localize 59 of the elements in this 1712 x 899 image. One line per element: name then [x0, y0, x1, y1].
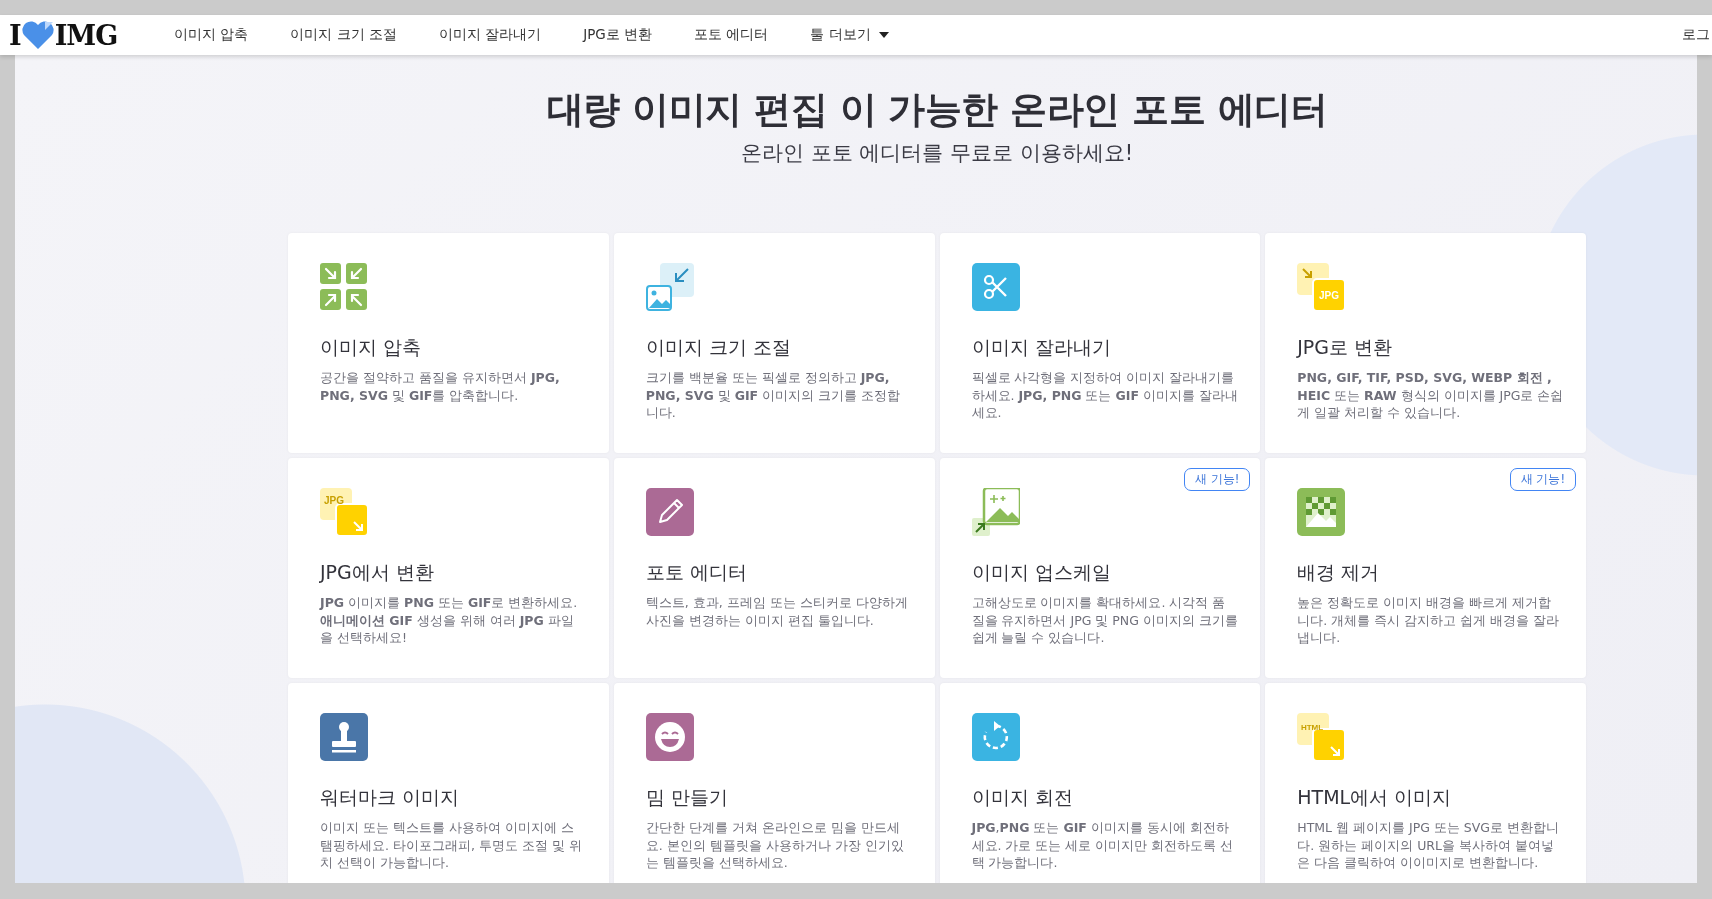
tool-description: 높은 정확도로 이미지 배경을 빠르게 제거합니다. 개체를 즉시 감지하고 쉽게 배경을 잘라냅니다. — [1297, 594, 1561, 647]
tool-title: 이미지 업스케일 — [971, 560, 1112, 585]
page-title: 대량 이미지 편집 이 가능한 온라인 포토 에디터 — [546, 87, 1328, 133]
image-upscale-icon — [971, 488, 1020, 536]
tool-title: 이미지 잘라내기 — [971, 335, 1112, 360]
laughing-face-icon — [645, 713, 694, 761]
tool-card[interactable]: JPG JPG로 변환 PNG, GIF, TIF, PSD, SVG, WEBP 회전 , HEIC 또는 RAW 형식의 이미지를 JPG로 손쉽게 일괄 처리할 수 있습니다. — [1265, 233, 1586, 453]
tool-title: 포토 에디터 — [645, 560, 748, 585]
tool-description: JPG 이미지를 PNG 또는 GIF로 변환하세요. 애니메이션 GIF 생성을 위해 여러 JPG 파일을 선택하세요! — [320, 594, 579, 647]
rotate-icon — [971, 713, 1020, 761]
logo[interactable]: I IMG — [9, 19, 174, 51]
tool-title: JPG로 변환 — [1297, 335, 1394, 360]
tool-description: 크기를 백분율 또는 픽셀로 정의하고 JPG, PNG, SVG 및 GIF 이미지의 크기를 조정합니다. — [645, 369, 901, 422]
tool-title: 이미지 회전 — [971, 785, 1074, 810]
tool-title: HTML에서 이미지 — [1297, 785, 1453, 810]
tool-card[interactable]: 포토 에디터 텍스트, 효과, 프레임 또는 스티커로 다양하게 사진을 변경하는 이미지 편집 툴입니다. — [613, 458, 935, 678]
nav-link[interactable]: 이미지 크기 조절 — [290, 26, 397, 44]
tool-title: JPG에서 변환 — [320, 560, 435, 585]
stamp-icon — [320, 713, 368, 761]
tool-title: 워터마크 이미지 — [320, 785, 461, 810]
tool-card[interactable]: 밈 만들기 간단한 단계를 거쳐 온라인으로 밈을 만드세요. 본인의 템플릿을 사용하거나 가장 인기있는 템플릿을 선택하세요. — [613, 683, 935, 883]
tool-description: PNG, GIF, TIF, PSD, SVG, WEBP 회전 , HEIC 또는 RAW 형식의 이미지를 JPG로 손쉽게 일괄 처리할 수 있습니다. — [1297, 369, 1564, 422]
tool-description: 고해상도로 이미지를 확대하세요. 시각적 품질을 유지하면서 JPG 및 PNG 이미지의 크기를 쉽게 늘릴 수 있습니다. — [971, 594, 1239, 647]
tool-card[interactable]: 이미지 회전 JPG,PNG 또는 GIF 이미지를 동시에 회전하세요. 가로 또는 세로 이미지만 회전하도록 선택 가능합니다. — [939, 683, 1261, 883]
new-feature-badge: 새 기능! — [1509, 468, 1576, 491]
heart-icon — [20, 20, 55, 50]
tool-card[interactable]: JPG JPG에서 변환 JPG 이미지를 PNG 또는 GIF로 변환하세요. 애니메이션 GIF 생성을 위해 여러 JPG 파일을 선택하세요! — [288, 458, 609, 678]
tool-description: 픽셀로 사각형을 지정하여 이미지 잘라내기를 하세요. JPG, PNG 또는 GIF 이미지를 잘라내세요. — [971, 369, 1239, 422]
tool-card[interactable]: HTML HTML에서 이미지 HTML 웹 페이지를 JPG 또는 SVG로 변환합니다. 원하는 페이지의 URL을 복사하여 붙여넣은 다음 클릭하여 이이미지로 변환합니다. — [1265, 683, 1586, 883]
new-feature-badge: 새 기능! — [1184, 468, 1251, 491]
tool-card[interactable]: 새 기능! 이미지 업스케일 고해상도로 이미지를 확대하세요. 시각적 품질을 유지하면서 JPG 및 PNG 이미지의 크기를 쉽게 늘릴 수 있습니다. — [939, 458, 1261, 678]
background-remove-icon — [1297, 488, 1346, 536]
compress-arrows-icon — [320, 263, 368, 311]
nav-link[interactable]: 툴 더보기 — [810, 26, 889, 44]
tool-card[interactable]: 이미지 크기 조절 크기를 백분율 또는 픽셀로 정의하고 JPG, PNG, SVG 및 GIF 이미지의 크기를 조정합니다. — [613, 233, 935, 453]
image-resize-icon — [645, 263, 694, 311]
tool-description: 이미지 또는 텍스트를 사용하여 이미지에 스탬핑하세요. 타이포그래피, 투명도 조절 및 위치 선택이 가능합니다. — [320, 819, 583, 872]
nav-link[interactable]: 이미지 압축 — [174, 26, 249, 44]
nav-link[interactable]: 포토 에디터 — [694, 26, 769, 44]
page-subtitle: 온라인 포토 에디터를 무료로 이용하세요! — [740, 140, 1134, 167]
tool-title: 배경 제거 — [1297, 560, 1381, 585]
scissors-icon — [971, 263, 1020, 311]
tool-card[interactable]: 새 기능! 배경 제거 높은 정확도로 이미지 배경을 빠르게 제거합니다. 개체를 즉시 감지하고 쉽게 배경을 잘라냅니다. — [1265, 458, 1586, 678]
tool-description: 간단한 단계를 거쳐 온라인으로 밈을 만드세요. 본인의 템플릿을 사용하거나 가장 인기있는 템플릿을 선택하세요. — [645, 819, 905, 872]
tool-description: 텍스트, 효과, 프레임 또는 스티커로 다양하게 사진을 변경하는 이미지 편집 툴입니다. — [645, 594, 909, 629]
tool-title: 이미지 압축 — [320, 335, 423, 360]
nav-link[interactable]: 이미지 잘라내기 — [438, 26, 542, 44]
tool-title: 이미지 크기 조절 — [645, 335, 792, 360]
login-link[interactable]: 로그 — [1682, 26, 1710, 44]
tool-card[interactable]: 이미지 압축 공간을 절약하고 품질을 유지하면서 JPG, PNG, SVG 및 GIF를 압축합니다. — [288, 233, 609, 453]
caret-icon — [878, 32, 889, 38]
tool-description: 공간을 절약하고 품질을 유지하면서 JPG, PNG, SVG 및 GIF를 압축합니다. — [320, 369, 561, 404]
tool-description: JPG,PNG 또는 GIF 이미지를 동시에 회전하세요. 가로 또는 세로 이미지만 회전하도록 선택 가능합니다. — [971, 819, 1235, 872]
nav-link[interactable]: JPG로 변환 — [583, 26, 653, 44]
tool-title: 밈 만들기 — [645, 785, 729, 810]
pencil-icon — [645, 488, 694, 536]
tool-description: HTML 웹 페이지를 JPG 또는 SVG로 변환합니다. 원하는 페이지의 URL을 복사하여 붙여넣은 다음 클릭하여 이이미지로 변환합니다. — [1297, 819, 1560, 872]
tool-card[interactable]: 이미지 잘라내기 픽셀로 사각형을 지정하여 이미지 잘라내기를 하세요. JPG, PNG 또는 GIF 이미지를 잘라내세요. — [939, 233, 1261, 453]
tool-card[interactable]: 워터마크 이미지 이미지 또는 텍스트를 사용하여 이미지에 스탬핑하세요. 타이포그래피, 투명도 조절 및 위치 선택이 가능합니다. — [288, 683, 609, 883]
